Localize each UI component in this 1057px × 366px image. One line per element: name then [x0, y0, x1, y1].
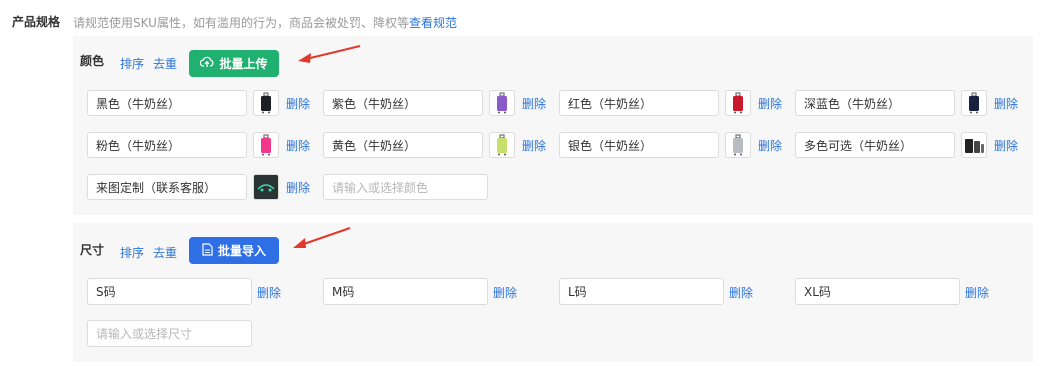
- color-delete-link[interactable]: 删除: [758, 95, 782, 112]
- color-delete-link[interactable]: 删除: [522, 95, 546, 112]
- size-value-field[interactable]: M码: [323, 278, 488, 305]
- color-value-field[interactable]: 红色（牛奶丝）: [559, 90, 719, 116]
- color-value-field[interactable]: 紫色（牛奶丝）: [323, 90, 483, 116]
- spec-notice: 请规范使用SKU属性，如有滥用的行为，商品会被处罚、降权等查看规范: [73, 14, 457, 31]
- size-section-title: 尺寸: [80, 243, 105, 257]
- color-image-thumbnail[interactable]: [489, 132, 515, 158]
- size-delete-link[interactable]: 删除: [257, 284, 281, 301]
- color-dedupe-link[interactable]: 去重: [153, 55, 177, 72]
- color-spec-panel: 颜色 排序 去重 批量上传 黑色（牛奶丝） 删除 紫色（牛奶丝） 删除 红色（牛…: [73, 36, 1033, 215]
- color-delete-link[interactable]: 删除: [286, 137, 310, 154]
- suitcase-group-icon: [965, 139, 984, 153]
- batch-import-label: 批量导入: [217, 244, 266, 258]
- batch-upload-label: 批量上传: [219, 57, 268, 71]
- size-sort-link[interactable]: 排序: [120, 244, 144, 261]
- color-image-thumbnail[interactable]: [725, 90, 751, 116]
- color-image-thumbnail[interactable]: [253, 174, 279, 200]
- size-value-field[interactable]: L码: [559, 278, 724, 305]
- suitcase-icon: [261, 134, 271, 156]
- suitcase-icon: [497, 92, 507, 114]
- color-value-field[interactable]: 黄色（牛奶丝）: [323, 132, 483, 158]
- color-value-field[interactable]: 黑色（牛奶丝）: [87, 90, 247, 116]
- size-value-field[interactable]: S码: [87, 278, 252, 305]
- color-image-thumbnail[interactable]: [725, 132, 751, 158]
- color-delete-link[interactable]: 删除: [286, 179, 310, 196]
- size-spec-panel: 尺寸 排序 去重 批量导入 S码 删除 M码 删除 L码 删除 XL码 删除 请…: [73, 223, 1033, 362]
- suitcase-icon: [969, 92, 979, 114]
- color-value-field[interactable]: 来图定制（联系客服）: [87, 174, 247, 200]
- size-value-field[interactable]: XL码: [795, 278, 960, 305]
- section-label-product-spec: 产品规格: [12, 15, 61, 29]
- color-value-field[interactable]: 深蓝色（牛奶丝）: [795, 90, 955, 116]
- color-delete-link[interactable]: 删除: [994, 137, 1018, 154]
- suitcase-icon: [733, 134, 743, 156]
- size-dedupe-link[interactable]: 去重: [153, 244, 177, 261]
- new-color-input[interactable]: 请输入或选择颜色: [323, 174, 488, 200]
- color-image-thumbnail[interactable]: [253, 90, 279, 116]
- color-value-field[interactable]: 多色可选（牛奶丝）: [795, 132, 955, 158]
- color-value-field[interactable]: 粉色（牛奶丝）: [87, 132, 247, 158]
- suitcase-icon: [497, 134, 507, 156]
- color-delete-link[interactable]: 删除: [286, 95, 310, 112]
- view-rules-link[interactable]: 查看规范: [409, 16, 457, 30]
- batch-upload-button[interactable]: 批量上传: [189, 50, 279, 77]
- annotation-arrow-icon: [293, 227, 351, 248]
- cloud-upload-icon: [200, 56, 215, 71]
- batch-import-button[interactable]: 批量导入: [189, 237, 279, 264]
- size-delete-link[interactable]: 删除: [493, 284, 517, 301]
- annotation-arrow-icon: [298, 45, 361, 63]
- color-sort-link[interactable]: 排序: [120, 55, 144, 72]
- color-delete-link[interactable]: 删除: [994, 95, 1018, 112]
- color-delete-link[interactable]: 删除: [522, 137, 546, 154]
- color-value-field[interactable]: 银色（牛奶丝）: [559, 132, 719, 158]
- color-image-thumbnail[interactable]: [253, 132, 279, 158]
- custom-image-icon: [254, 175, 278, 199]
- color-section-title: 颜色: [80, 54, 105, 68]
- suitcase-icon: [733, 92, 743, 114]
- color-image-thumbnail[interactable]: [489, 90, 515, 116]
- new-size-input[interactable]: 请输入或选择尺寸: [87, 320, 252, 347]
- suitcase-icon: [261, 92, 271, 114]
- color-image-thumbnail[interactable]: [961, 90, 987, 116]
- color-delete-link[interactable]: 删除: [758, 137, 782, 154]
- size-delete-link[interactable]: 删除: [965, 284, 989, 301]
- size-delete-link[interactable]: 删除: [729, 284, 753, 301]
- color-image-thumbnail[interactable]: [961, 132, 987, 158]
- spec-notice-text: 请规范使用SKU属性，如有滥用的行为，商品会被处罚、降权等: [73, 16, 409, 30]
- document-icon: [202, 242, 213, 259]
